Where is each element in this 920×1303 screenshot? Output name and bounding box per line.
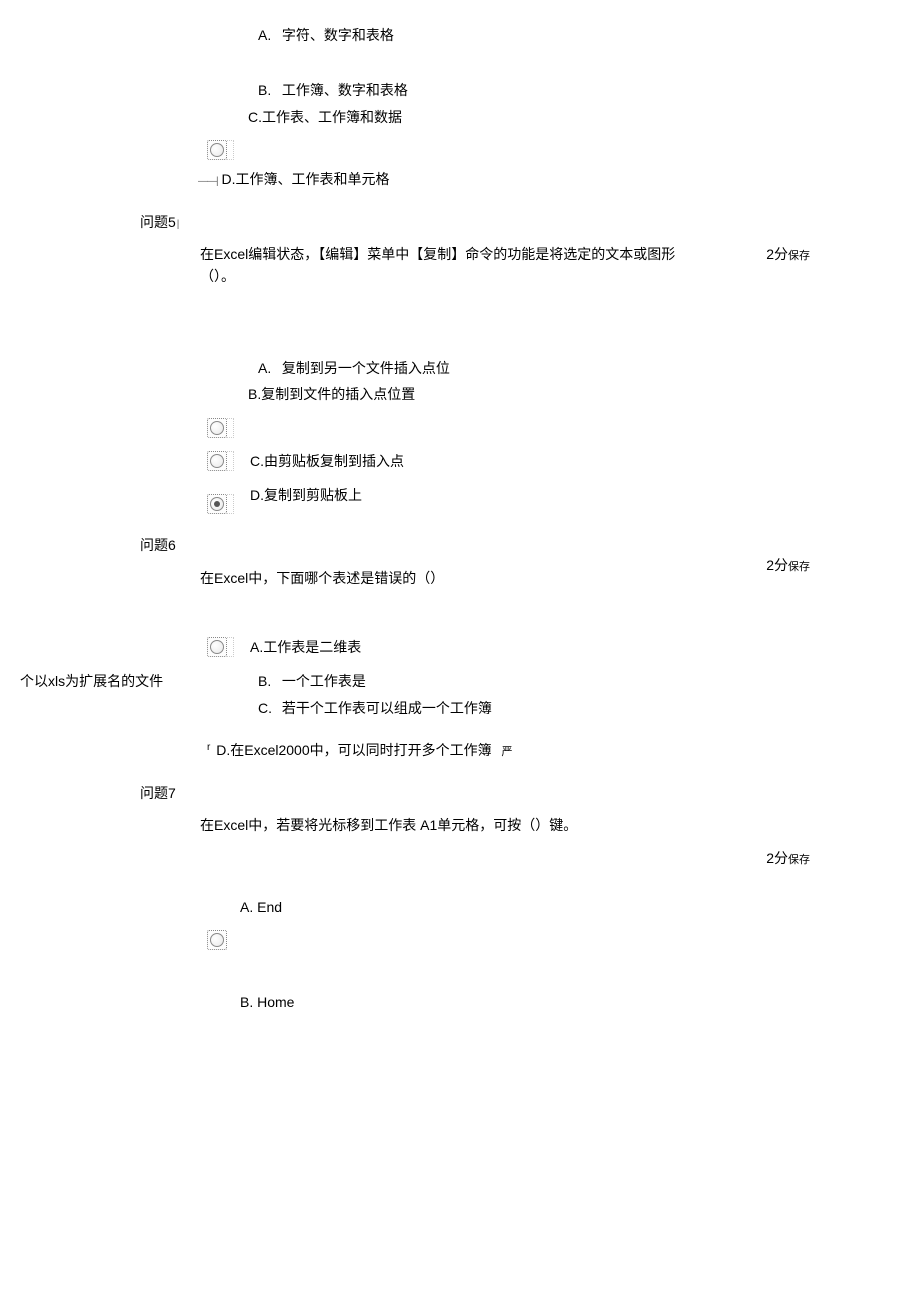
option-text: D.复制到剪贴板上 bbox=[250, 484, 362, 506]
radio-trail-icon bbox=[227, 418, 234, 438]
q6-option-d: r D.在Excel2000中，可以同时打开多个工作簿 严 bbox=[207, 739, 910, 762]
q4-option-b: B. 工作簿、数字和表格 bbox=[258, 79, 910, 101]
radio-trail-icon bbox=[227, 637, 234, 657]
q5-option-b: B.复制到文件的插入点位置 bbox=[248, 383, 910, 405]
q5-option-c: C.由剪贴板复制到插入点 bbox=[207, 450, 910, 472]
document-body: A. 字符、数字和表格 B. 工作簿、数字和表格 C.工作表、工作簿和数据 ——… bbox=[10, 24, 910, 1013]
option-letter: B. bbox=[258, 670, 278, 692]
score-value: 2分 bbox=[766, 850, 788, 866]
q6-side-text: 个以xls为扩展名的文件 bbox=[20, 670, 163, 692]
option-text: B. Home bbox=[240, 994, 294, 1010]
q4-option-d: ——| D.工作簿、工作表和单元格 bbox=[198, 168, 910, 190]
option-letter: C. bbox=[258, 697, 278, 719]
option-text: D.工作簿、工作表和单元格 bbox=[222, 171, 390, 187]
q6-text: 在Excel中，下面哪个表述是错误的（） bbox=[200, 567, 700, 589]
radio-trail-icon bbox=[227, 494, 234, 514]
q6-option-c: C. 若干个工作表可以组成一个工作簿 bbox=[258, 697, 910, 719]
q5-score: 2分保存 bbox=[766, 243, 810, 266]
radio-button[interactable] bbox=[207, 930, 227, 950]
q6-option-a: A.工作表是二维表 bbox=[207, 636, 910, 658]
q7-radio-a-area bbox=[207, 930, 910, 950]
save-label: 保存 bbox=[788, 561, 810, 573]
q7-option-a: A. End bbox=[240, 896, 910, 918]
q6-score: 2分保存 bbox=[766, 554, 810, 577]
q5-label: 问题5 bbox=[140, 211, 910, 233]
radio-button[interactable] bbox=[207, 637, 227, 657]
radio-button[interactable] bbox=[207, 140, 227, 160]
option-text: A. End bbox=[240, 899, 282, 915]
score-value: 2分 bbox=[766, 246, 788, 262]
q5-text: 在Excel编辑状态，【编辑】菜单中【复制】命令的功能是将选定的文本或图形（）。 bbox=[200, 243, 700, 288]
option-letter: A. bbox=[258, 357, 278, 379]
lead-mark-icon: r bbox=[207, 742, 210, 753]
option-text: 若干个工作表可以组成一个工作簿 bbox=[282, 700, 492, 716]
q7-label: 问题7 bbox=[140, 782, 910, 804]
q4-option-a: A. 字符、数字和表格 bbox=[258, 24, 910, 46]
score-value: 2分 bbox=[766, 557, 788, 573]
q5-radio-b-area bbox=[207, 418, 910, 438]
q6-option-b: B. 一个工作表是 bbox=[258, 670, 910, 692]
option-letter: B. bbox=[258, 79, 278, 101]
radio-button[interactable] bbox=[207, 494, 227, 514]
dash-lead-icon: ——| bbox=[198, 176, 218, 187]
option-text: B.复制到文件的插入点位置 bbox=[248, 386, 415, 402]
q4-option-c: C.工作表、工作簿和数据 bbox=[248, 106, 910, 128]
option-text: 字符、数字和表格 bbox=[282, 27, 394, 43]
option-text: 工作簿、数字和表格 bbox=[282, 82, 408, 98]
save-label: 保存 bbox=[788, 250, 810, 262]
option-text: 复制到另一个文件插入点位 bbox=[282, 360, 450, 376]
q7-option-b: B. Home bbox=[240, 991, 910, 1013]
save-label: 保存 bbox=[788, 854, 810, 866]
radio-trail-icon bbox=[227, 451, 234, 471]
option-text: C.由剪贴板复制到插入点 bbox=[250, 450, 404, 472]
radio-trail-icon bbox=[227, 140, 234, 160]
q5-option-a: A. 复制到另一个文件插入点位 bbox=[258, 357, 910, 379]
option-text: 一个工作表是 bbox=[282, 673, 366, 689]
option-text: A.工作表是二维表 bbox=[250, 636, 361, 658]
q5-option-d: D.复制到剪贴板上 bbox=[207, 484, 910, 514]
option-text: D.在Excel2000中，可以同时打开多个工作簿 bbox=[216, 742, 491, 758]
q7-score: 2分保存 bbox=[766, 847, 810, 870]
radio-button[interactable] bbox=[207, 418, 227, 438]
q7-text: 在Excel中，若要将光标移到工作表 A1单元格，可按（）键。 bbox=[200, 814, 700, 836]
q4-radio-d-area bbox=[207, 140, 910, 160]
option-letter: A. bbox=[258, 24, 278, 46]
trail-mark-icon: 严 bbox=[502, 746, 513, 758]
radio-button[interactable] bbox=[207, 451, 227, 471]
option-text: C.工作表、工作簿和数据 bbox=[248, 109, 402, 125]
